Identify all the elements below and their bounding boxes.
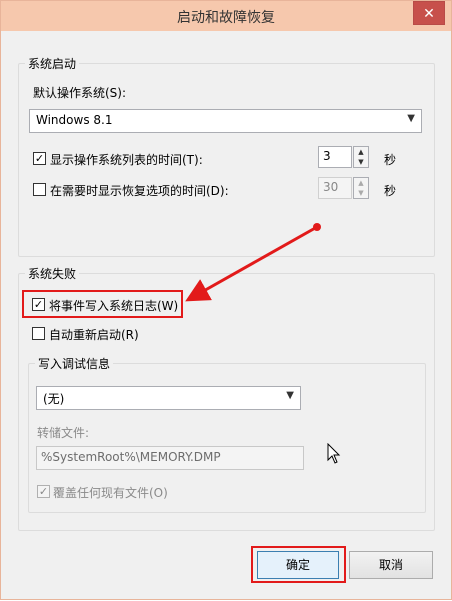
debug-type-value: (无) <box>43 392 65 406</box>
show-os-list-checkbox[interactable]: ✓ <box>33 152 46 165</box>
overwrite-checkbox[interactable]: ✓ <box>37 485 50 498</box>
window-title: 启动和故障恢复 <box>177 10 275 26</box>
failure-group-title: 系统失败 <box>25 265 80 282</box>
auto-restart-label: 自动重新启动(R) <box>49 328 139 342</box>
chevron-down-icon: ▼ <box>407 113 415 124</box>
show-recovery-checkbox[interactable] <box>33 183 46 196</box>
show-os-list-unit: 秒 <box>384 153 397 167</box>
show-recovery-spinner[interactable]: ▲ ▼ <box>353 177 369 199</box>
auto-restart-checkbox[interactable] <box>32 327 45 340</box>
show-recovery-label: 在需要时显示恢复选项的时间(D): <box>50 184 229 198</box>
dump-file-label: 转储文件: <box>37 426 90 440</box>
default-os-label: 默认操作系统(S): <box>33 86 127 100</box>
close-icon: ✕ <box>423 6 435 22</box>
dump-file-value: %SystemRoot%\MEMORY.DMP <box>41 450 221 464</box>
show-recovery-input[interactable]: 30 <box>318 177 352 199</box>
startup-group-title: 系统启动 <box>25 55 80 72</box>
chevron-down-icon: ▼ <box>286 390 294 401</box>
title-bar[interactable]: 启动和故障恢复 ✕ <box>1 1 451 31</box>
spin-down-icon[interactable]: ▼ <box>354 157 368 167</box>
dump-file-input[interactable]: %SystemRoot%\MEMORY.DMP <box>36 446 304 470</box>
spin-down-icon[interactable]: ▼ <box>354 188 368 198</box>
mouse-cursor-icon <box>327 443 341 464</box>
dialog-window: 启动和故障恢复 ✕ 系统启动 默认操作系统(S): Windows 8.1 ▼ … <box>0 0 452 600</box>
show-os-list-label: 显示操作系统列表的时间(T): <box>50 153 203 167</box>
close-button[interactable]: ✕ <box>413 1 445 25</box>
show-os-list-input[interactable]: 3 <box>318 146 352 168</box>
show-recovery-value: 30 <box>323 180 339 194</box>
default-os-select[interactable]: Windows 8.1 ▼ <box>29 109 422 133</box>
debug-type-select[interactable]: (无) ▼ <box>36 386 301 410</box>
show-recovery-unit: 秒 <box>384 184 397 198</box>
default-os-value: Windows 8.1 <box>36 113 113 127</box>
show-os-list-value: 3 <box>323 149 331 163</box>
spin-up-icon[interactable]: ▲ <box>354 147 368 157</box>
event-log-highlight-box <box>22 290 183 318</box>
show-os-list-spinner[interactable]: ▲ ▼ <box>353 146 369 168</box>
overwrite-label: 覆盖任何现有文件(O) <box>53 486 168 500</box>
ok-button-highlight-box <box>251 546 346 583</box>
spin-up-icon[interactable]: ▲ <box>354 178 368 188</box>
debug-info-group-title: 写入调试信息 <box>35 355 114 372</box>
cancel-button[interactable]: 取消 <box>349 551 433 579</box>
